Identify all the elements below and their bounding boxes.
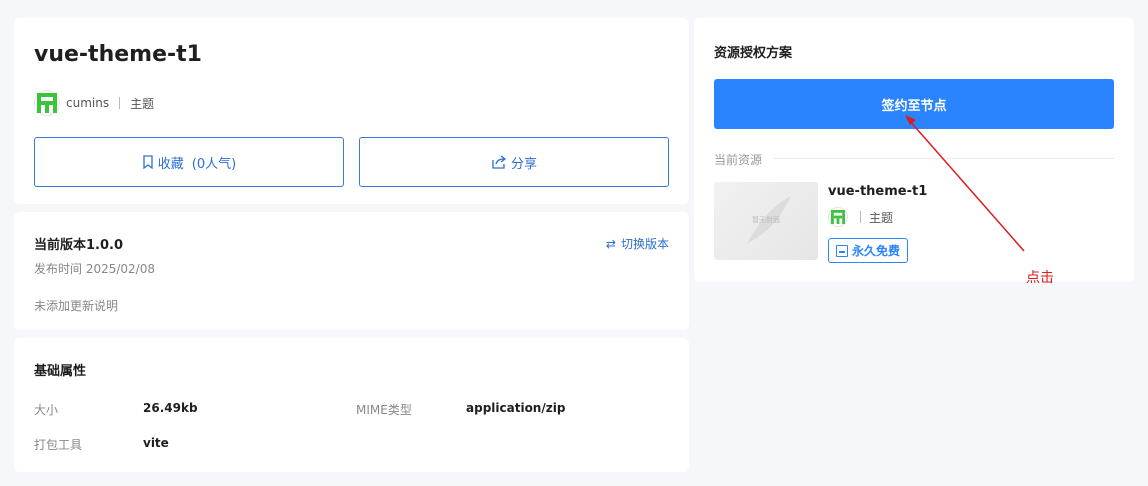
- divider: [773, 158, 1114, 159]
- annotation-label: 点击: [1026, 270, 1054, 286]
- prop-size-value: 26.49kb: [143, 401, 198, 415]
- thumbnail-placeholder: 暂无封面: [752, 216, 780, 224]
- properties-title: 基础属性: [34, 364, 87, 379]
- current-resource-category: 主题: [869, 210, 894, 225]
- resource-thumbnail[interactable]: 暂无封面: [714, 182, 818, 260]
- prop-bundler-key: 打包工具: [34, 438, 83, 452]
- sign-to-node-button[interactable]: 签约至节点: [714, 79, 1114, 129]
- switch-version-label: 切换版本: [620, 237, 669, 251]
- prop-mime-key: MIME类型: [356, 403, 412, 417]
- share-button[interactable]: 分享: [359, 137, 669, 187]
- author-row: cumins 主题: [34, 90, 154, 116]
- avatar-icon: [37, 93, 57, 113]
- current-resource-meta: 主题: [828, 207, 893, 227]
- prop-size-key: 大小: [34, 403, 59, 417]
- divider: [860, 211, 861, 223]
- favorite-button[interactable]: 收藏 (0人气): [34, 137, 344, 187]
- share-icon: [492, 155, 507, 169]
- prop-mime-value: application/zip: [466, 401, 566, 415]
- license-icon: [836, 244, 848, 257]
- license-title: 资源授权方案: [714, 46, 793, 61]
- update-note: 未添加更新说明: [34, 299, 119, 313]
- prop-bundler-value: vite: [143, 436, 169, 450]
- free-license-badge[interactable]: 永久免费: [828, 238, 909, 263]
- license-card: 资源授权方案 签约至节点 当前资源 暂无封面 vue-theme-t1 主题 永…: [694, 18, 1134, 282]
- resource-category: 主题: [130, 96, 155, 111]
- bookmark-icon: [143, 155, 153, 169]
- current-version: 当前版本1.0.0: [34, 238, 124, 253]
- resource-title: vue-theme-t1: [34, 42, 202, 67]
- avatar: [828, 207, 848, 227]
- resource-header-card: vue-theme-t1 cumins 主题 收藏 (0人气) 分享: [14, 18, 689, 204]
- favorite-label: 收藏: [157, 156, 184, 172]
- current-resource-label: 当前资源: [714, 153, 763, 167]
- divider: [119, 97, 121, 109]
- publish-time: 发布时间 2025/02/08: [34, 262, 155, 276]
- current-resource-name[interactable]: vue-theme-t1: [828, 184, 927, 199]
- avatar[interactable]: [34, 90, 60, 116]
- switch-version-button[interactable]: ⇄ 切换版本: [606, 235, 669, 252]
- free-license-label: 永久免费: [852, 244, 901, 258]
- favorite-count: (0人气): [191, 156, 237, 172]
- share-label: 分享: [510, 156, 537, 172]
- swap-icon: ⇄: [605, 236, 616, 251]
- author-name[interactable]: cumins: [66, 96, 109, 110]
- avatar-icon: [831, 210, 845, 224]
- version-card: 当前版本1.0.0 ⇄ 切换版本 发布时间 2025/02/08 未添加更新说明: [14, 212, 689, 330]
- properties-card: 基础属性 大小 26.49kb MIME类型 application/zip 打…: [14, 338, 689, 472]
